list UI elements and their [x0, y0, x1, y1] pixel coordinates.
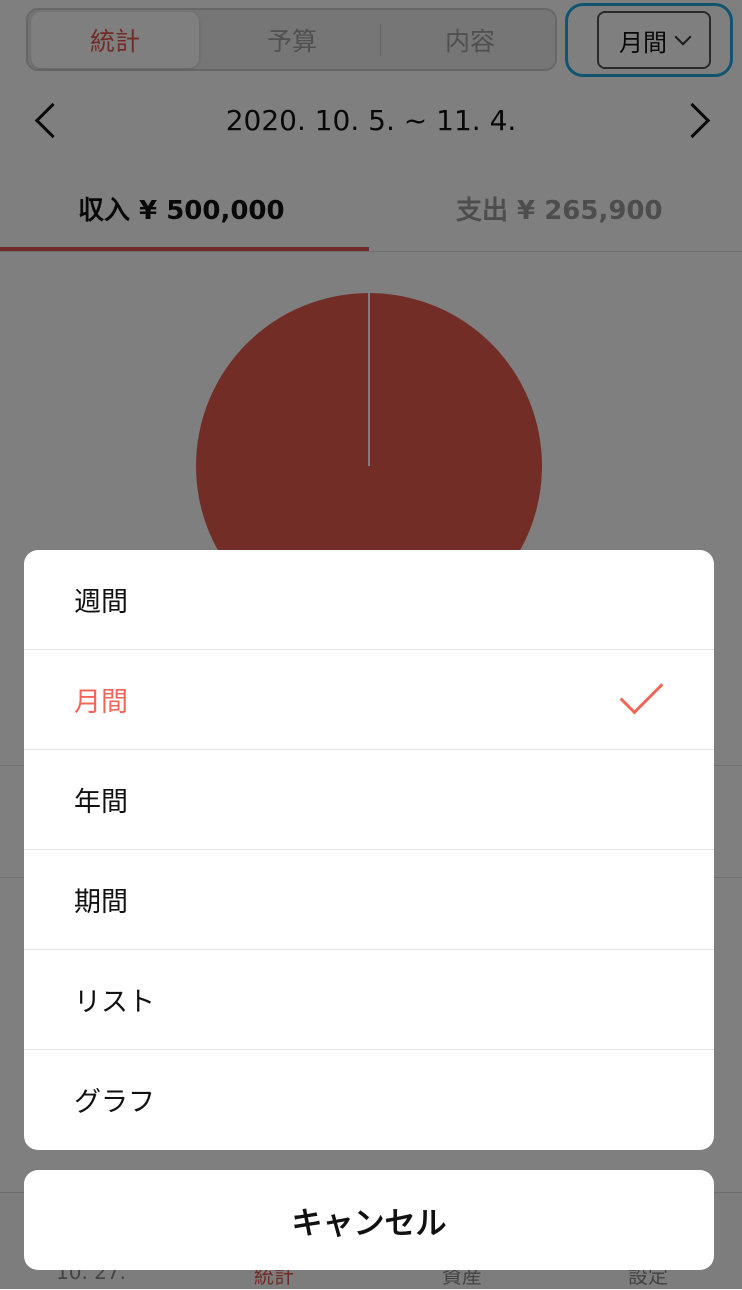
option-graph[interactable]: グラフ — [24, 1049, 714, 1148]
option-monthly[interactable]: 月間 — [24, 649, 714, 748]
option-label: 週間 — [74, 587, 128, 618]
option-label: リスト — [74, 986, 155, 1018]
checkmark-icon — [619, 670, 664, 715]
option-label: 期間 — [74, 886, 128, 918]
option-label: 月間 — [74, 686, 128, 718]
cancel-button[interactable]: キャンセル — [24, 1170, 714, 1270]
option-label: 年間 — [74, 786, 128, 818]
option-yearly[interactable]: 年間 — [24, 749, 714, 848]
option-period[interactable]: 期間 — [24, 849, 714, 948]
option-weekly[interactable]: 週間 — [24, 550, 714, 649]
option-list[interactable]: リスト — [24, 949, 714, 1048]
period-action-sheet: 週間 月間 年間 期間 リスト グラフ — [24, 550, 714, 1150]
option-label: グラフ — [74, 1086, 155, 1118]
